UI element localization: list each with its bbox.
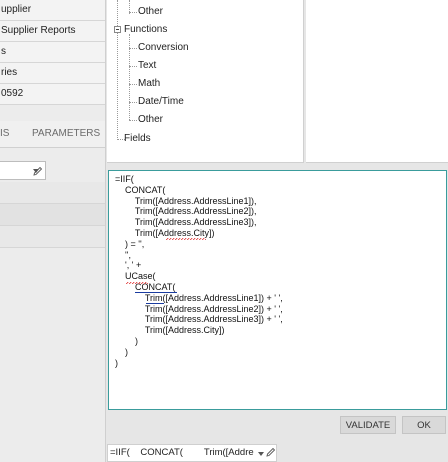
tree-node-fields[interactable]: Fields bbox=[124, 133, 151, 144]
left-panel: upplier Supplier Reports s ries 0592 IS P… bbox=[0, 0, 106, 462]
list-item[interactable]: 0592 bbox=[0, 84, 105, 105]
tree-node-other[interactable]: Other bbox=[138, 6, 163, 17]
tree-node-functions[interactable]: Functions bbox=[124, 24, 167, 35]
description-panel bbox=[306, 0, 448, 163]
tab-bar: IS PARAMETERS bbox=[0, 121, 105, 148]
list-item[interactable]: upplier bbox=[0, 0, 105, 21]
list-row bbox=[0, 226, 105, 248]
list-item[interactable]: s bbox=[0, 42, 105, 63]
expression-text[interactable]: =IIF( CONCAT( Trim([Address.AddressLine1… bbox=[115, 174, 283, 368]
validate-button[interactable]: VALIDATE bbox=[340, 416, 396, 434]
list-row bbox=[0, 182, 105, 204]
ok-button[interactable]: OK bbox=[402, 416, 446, 434]
collapse-icon[interactable] bbox=[114, 26, 121, 33]
pencil-icon[interactable] bbox=[266, 447, 276, 457]
list-item[interactable]: Supplier Reports bbox=[0, 21, 105, 42]
report-list: upplier Supplier Reports s ries 0592 bbox=[0, 0, 105, 105]
spellcheck-underline bbox=[166, 238, 206, 240]
bracket-match-highlight bbox=[146, 303, 164, 304]
list-item[interactable]: ries bbox=[0, 63, 105, 84]
pencil-icon[interactable] bbox=[33, 166, 43, 176]
tree-node-datetime[interactable]: Date/Time bbox=[138, 96, 184, 107]
expression-field[interactable]: =IIF( CONCAT( Trim([Addre bbox=[107, 444, 277, 462]
tree-node-other[interactable]: Other bbox=[138, 114, 163, 125]
tree-node-text[interactable]: Text bbox=[138, 60, 156, 71]
tab-fields[interactable]: IS bbox=[0, 121, 30, 147]
function-tree: Other Functions Conversion Text Math Dat… bbox=[107, 0, 304, 163]
list-row bbox=[0, 204, 105, 226]
tree-node-math[interactable]: Math bbox=[138, 78, 160, 89]
tree-node-conversion[interactable]: Conversion bbox=[138, 42, 189, 53]
spellcheck-underline bbox=[126, 282, 148, 284]
tab-parameters[interactable]: PARAMETERS bbox=[32, 121, 100, 147]
chevron-down-icon[interactable] bbox=[258, 452, 264, 456]
bracket-match-highlight bbox=[135, 292, 177, 293]
expression-editor[interactable]: =IIF( CONCAT( Trim([Address.AddressLine1… bbox=[108, 170, 447, 410]
